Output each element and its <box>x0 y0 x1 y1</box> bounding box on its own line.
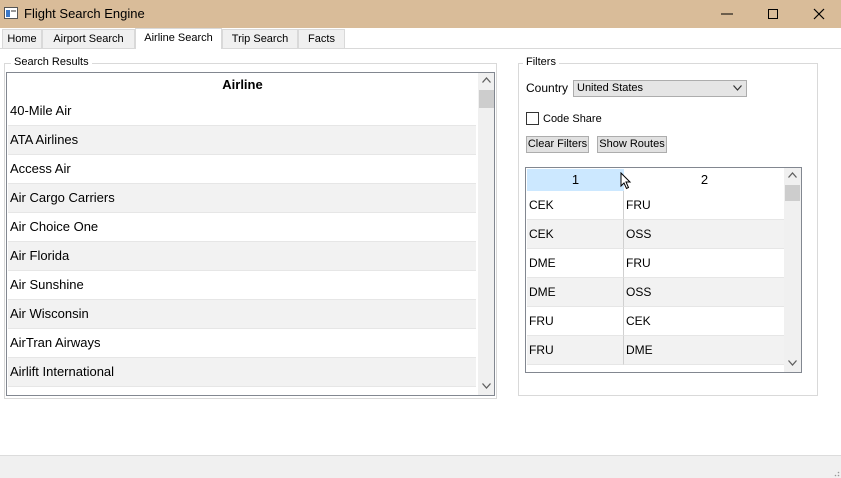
tab-airline-search[interactable]: Airline Search <box>135 28 222 49</box>
scroll-up-button[interactable] <box>478 74 494 88</box>
app-icon <box>4 7 18 19</box>
country-selected-value: United States <box>577 82 644 94</box>
clear-filters-button[interactable]: Clear Filters <box>526 136 589 153</box>
route-cell[interactable]: CEK <box>624 307 784 336</box>
search-results-label: Search Results <box>11 56 92 68</box>
country-label: Country <box>526 81 569 95</box>
route-cell[interactable]: DME <box>527 278 624 307</box>
table-row[interactable]: Access Air <box>8 155 476 184</box>
minimize-icon <box>721 13 733 15</box>
table-row[interactable]: Air Cargo Carriers <box>8 184 476 213</box>
chevron-down-icon <box>733 85 742 91</box>
route-cell[interactable]: FRU <box>624 249 784 278</box>
routes-header-col2[interactable]: 2 <box>624 169 785 191</box>
route-cell[interactable]: FRU <box>527 336 624 365</box>
maximize-icon <box>768 9 778 19</box>
route-cell[interactable]: FRU <box>527 307 624 336</box>
chevron-down-icon <box>788 360 797 366</box>
code-share-label[interactable]: Code Share <box>543 113 602 125</box>
airline-results-grid[interactable]: Airline 40-Mile Air ATA Airlines Access … <box>6 72 495 396</box>
chevron-up-icon <box>788 172 797 178</box>
scroll-up-button[interactable] <box>784 169 801 183</box>
window-title: Flight Search Engine <box>24 6 145 21</box>
scroll-down-button[interactable] <box>478 380 494 394</box>
code-share-checkbox[interactable] <box>526 112 539 125</box>
chevron-down-icon <box>482 383 491 389</box>
table-row[interactable]: Air Wisconsin <box>8 300 476 329</box>
route-cell[interactable]: FRU <box>624 191 784 220</box>
table-row[interactable]: Air Choice One <box>8 213 476 242</box>
route-cell[interactable]: CEK <box>527 191 624 220</box>
route-cell[interactable]: DME <box>624 336 784 365</box>
table-row[interactable]: Air Sunshine <box>8 271 476 300</box>
tab-home[interactable]: Home <box>2 29 42 48</box>
title-bar: Flight Search Engine <box>0 0 841 28</box>
chevron-up-icon <box>482 77 491 83</box>
route-cell[interactable]: DME <box>527 249 624 278</box>
scroll-thumb[interactable] <box>785 185 800 201</box>
tab-airport-search[interactable]: Airport Search <box>42 29 135 48</box>
routes-header-col1[interactable]: 1 <box>527 169 624 191</box>
close-button[interactable] <box>796 0 841 28</box>
route-cell[interactable]: CEK <box>527 220 624 249</box>
scroll-down-button[interactable] <box>784 357 801 371</box>
table-row[interactable]: ATA Airlines <box>8 126 476 155</box>
tab-trip-search[interactable]: Trip Search <box>222 29 298 48</box>
status-bar <box>0 455 841 478</box>
results-scrollbar[interactable] <box>478 73 494 395</box>
table-row[interactable]: AirTran Airways <box>8 329 476 358</box>
minimize-button[interactable] <box>704 0 750 28</box>
table-row[interactable]: 40-Mile Air <box>8 97 476 126</box>
show-routes-button[interactable]: Show Routes <box>597 136 667 153</box>
resize-grip-icon[interactable] <box>832 469 840 477</box>
table-row[interactable]: Airlift International <box>8 358 476 387</box>
airline-column-header[interactable]: Airline <box>7 77 478 92</box>
routes-grid[interactable]: 1 2 CEK FRU CEK OSS DME FRU DME OSS FRU … <box>525 167 802 373</box>
route-cell[interactable]: OSS <box>624 220 784 249</box>
filters-label: Filters <box>523 56 559 68</box>
country-combobox[interactable]: United States <box>573 80 747 97</box>
tab-facts[interactable]: Facts <box>298 29 345 48</box>
table-row[interactable]: Air Florida <box>8 242 476 271</box>
close-icon <box>813 8 825 20</box>
routes-scrollbar[interactable] <box>784 168 801 372</box>
maximize-button[interactable] <box>750 0 796 28</box>
scroll-thumb[interactable] <box>479 90 494 108</box>
mouse-cursor-icon <box>620 172 632 190</box>
route-cell[interactable]: OSS <box>624 278 784 307</box>
